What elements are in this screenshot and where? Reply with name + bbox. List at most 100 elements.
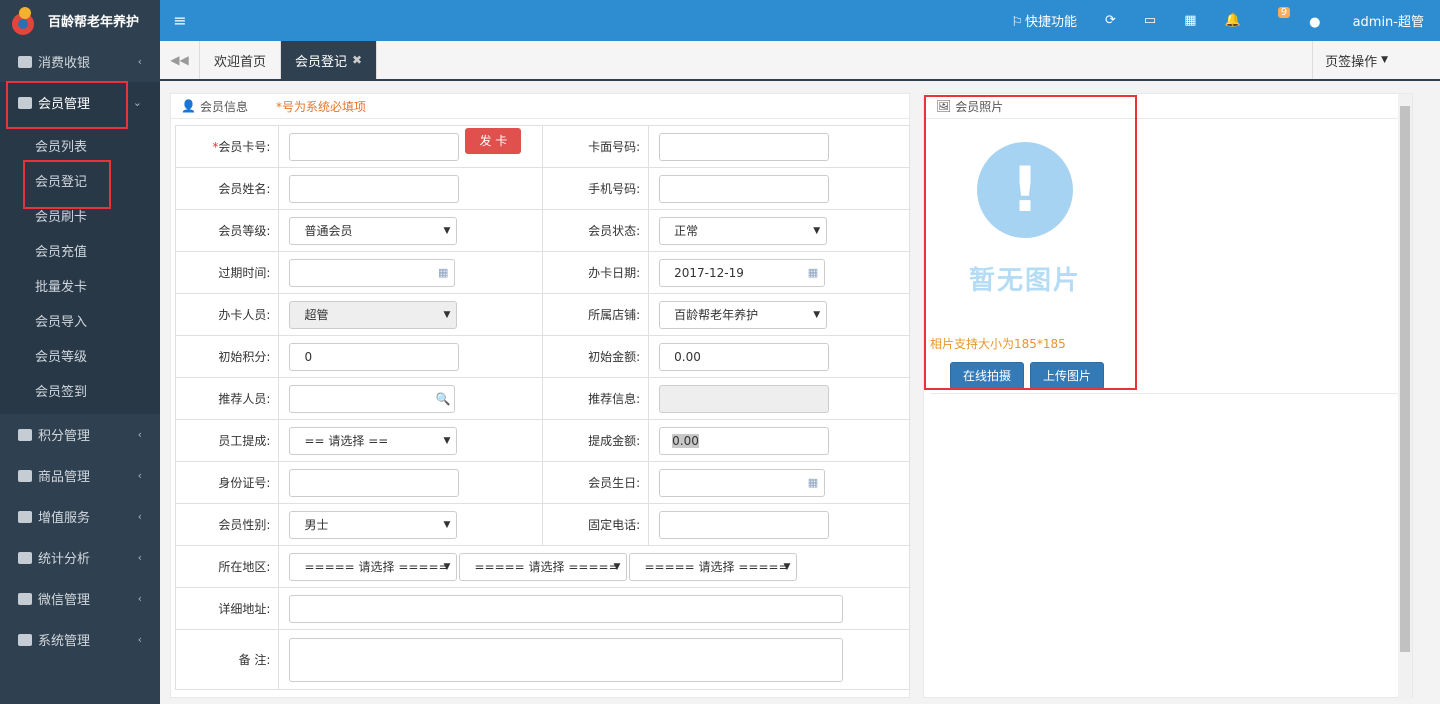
sidebar-item-system[interactable]: 系统管理 ‹ xyxy=(0,619,160,660)
points-input[interactable]: 0 xyxy=(289,342,460,371)
address-label: 详细地址: xyxy=(174,587,280,630)
sub-item-member-level[interactable]: 会员等级 xyxy=(0,338,160,373)
close-icon[interactable]: ✖ xyxy=(352,53,362,67)
bell-icon[interactable]: 🔔9 xyxy=(1225,7,1291,28)
amount-label: 初始金额: xyxy=(542,335,650,378)
sidebar-item-stats[interactable]: 统计分析 ‹ xyxy=(0,537,160,578)
district-select[interactable]: ===== 请选择 ===== xyxy=(629,552,798,581)
tel-input[interactable] xyxy=(659,510,830,539)
sub-item-member-list[interactable]: 会员列表 xyxy=(0,128,160,163)
address-input[interactable] xyxy=(289,594,844,623)
id-input[interactable] xyxy=(289,468,460,497)
phone-input[interactable] xyxy=(659,174,830,203)
store-label: 所属店铺: xyxy=(542,293,650,336)
monitor-icon[interactable]: ▭ xyxy=(1144,13,1156,28)
qrcode-icon[interactable]: ▦ xyxy=(1184,13,1196,28)
commission-amount-label: 提成金额: xyxy=(542,419,650,462)
notification-badge: 9 xyxy=(1277,7,1291,18)
card-no-label: *会员卡号: xyxy=(174,125,280,168)
staff-select[interactable]: 超管 xyxy=(289,300,458,329)
sidebar: 百龄帮老年养护 消费收银 ‹ 会员管理 ⌄ 会员列表 会员登记 会员刷卡 会员充值 … xyxy=(0,0,160,704)
shortcut-label: 快捷功能 xyxy=(1025,15,1078,30)
referrer-search-input[interactable] xyxy=(289,384,456,413)
user-name: admin-超管 xyxy=(1352,15,1424,30)
tab-bar: ◀◀ 欢迎首页 会员登记 ✖ 页签操作 ▼ xyxy=(160,41,1440,81)
member-info-panel: 👤 会员信息 *号为系统必填项 *会员卡号: 发 卡 卡面号码: 会员姓名: 手… xyxy=(170,93,910,698)
id-card-icon xyxy=(18,96,32,109)
topbar: ≡ ⚐ 快捷功能 ⟳ ▭ ▦ 🔔9 ● admin-超管 xyxy=(160,0,1440,41)
sub-item-batch-issue[interactable]: 批量发卡 xyxy=(0,268,160,303)
amount-input[interactable]: 0.00 xyxy=(659,342,830,371)
level-select[interactable]: 普通会员 xyxy=(289,216,458,245)
panel-header: 👤 会员信息 *号为系统必填项 xyxy=(171,94,909,119)
capture-photo-button[interactable]: 在线拍摄 xyxy=(950,362,1025,390)
chevron-left-icon: ‹ xyxy=(137,510,142,523)
tab-operations-dropdown[interactable]: 页签操作 ▼ xyxy=(1312,41,1400,79)
tab-home[interactable]: 欢迎首页 xyxy=(200,41,282,79)
main-content: 👤 会员信息 *号为系统必填项 *会员卡号: 发 卡 卡面号码: 会员姓名: 手… xyxy=(160,81,1440,704)
gift-icon xyxy=(18,510,32,523)
name-input[interactable] xyxy=(289,174,460,203)
exclamation-icon: ! xyxy=(977,142,1073,238)
referrer-info-input xyxy=(659,384,830,413)
photo-header: 🖼 会员照片 xyxy=(924,94,1412,119)
brand: 百龄帮老年养护 xyxy=(0,0,160,41)
issue-date-label: 办卡日期: xyxy=(542,251,650,294)
briefcase-icon xyxy=(18,55,32,68)
photo-panel: 🖼 会员照片 ! 暂无图片 相片支持大小为185*185 在线拍摄 上传图片 xyxy=(923,93,1413,699)
issue-date-input[interactable]: 2017-12-19 xyxy=(659,258,826,287)
scrollbar-thumb[interactable] xyxy=(1400,106,1410,652)
sidebar-item-wechat[interactable]: 微信管理 ‹ xyxy=(0,578,160,619)
user-menu[interactable]: ● admin-超管 xyxy=(1309,11,1424,30)
region-label: 所在地区: xyxy=(174,545,280,588)
birthday-input[interactable] xyxy=(659,468,826,497)
refresh-icon[interactable]: ⟳ xyxy=(1105,13,1116,28)
province-select[interactable]: ===== 请选择 ===== xyxy=(289,552,458,581)
photo-area: ! 暂无图片 相片支持大小为185*185 在线拍摄 上传图片 xyxy=(930,120,1408,394)
wechat-icon xyxy=(18,592,32,605)
remark-textarea[interactable] xyxy=(289,637,844,682)
chevron-left-icon: ‹ xyxy=(137,55,142,68)
area-chart-icon xyxy=(18,551,32,564)
tab-member-register[interactable]: 会员登记 ✖ xyxy=(281,41,378,79)
store-select[interactable]: 百龄帮老年养护 xyxy=(659,300,828,329)
sidebar-item-points[interactable]: 积分管理 ‹ xyxy=(0,414,160,455)
sidebar-item-value-added[interactable]: 增值服务 ‹ xyxy=(0,496,160,537)
sub-item-member-recharge[interactable]: 会员充值 xyxy=(0,233,160,268)
issue-card-button[interactable]: 发 卡 xyxy=(465,127,522,154)
sub-item-member-register[interactable]: 会员登记 xyxy=(0,163,160,198)
commission-amount-input[interactable]: 0.00 xyxy=(659,426,830,455)
city-select[interactable]: ===== 请选择 ===== xyxy=(459,552,628,581)
gender-select[interactable]: 男士 xyxy=(289,510,458,539)
chevron-left-icon: ‹ xyxy=(137,592,142,605)
card-no-input[interactable] xyxy=(289,132,460,161)
expire-date-input[interactable] xyxy=(289,258,456,287)
topbar-actions: ⚐ 快捷功能 ⟳ ▭ ▦ 🔔9 ● admin-超管 xyxy=(983,0,1424,41)
commission-select[interactable]: == 请选择 == xyxy=(289,426,458,455)
tab-scroll-left-icon[interactable]: ◀◀ xyxy=(160,41,200,79)
sub-item-member-import[interactable]: 会员导入 xyxy=(0,303,160,338)
member-form: *会员卡号: 发 卡 卡面号码: 会员姓名: 手机号码: 会员等级: 普通会员 … xyxy=(174,125,910,690)
monitor-icon xyxy=(18,633,32,646)
remark-label: 备 注: xyxy=(174,629,280,690)
face-no-label: 卡面号码: xyxy=(542,125,650,168)
scrollbar[interactable] xyxy=(1398,94,1412,699)
sidebar-item-consume[interactable]: 消费收银 ‹ xyxy=(0,41,160,82)
tel-label: 固定电话: xyxy=(542,503,650,546)
logo xyxy=(10,6,38,35)
shortcut-button[interactable]: ⚐ 快捷功能 xyxy=(1011,11,1077,30)
sidebar-item-member[interactable]: 会员管理 ⌄ xyxy=(0,82,160,123)
sub-item-member-swipe[interactable]: 会员刷卡 xyxy=(0,198,160,233)
chevron-down-icon: ⌄ xyxy=(132,96,142,109)
sub-item-member-checkin[interactable]: 会员签到 xyxy=(0,373,160,408)
name-label: 会员姓名: xyxy=(174,167,280,210)
chevron-left-icon: ‹ xyxy=(137,551,142,564)
menu-toggle-icon[interactable]: ≡ xyxy=(160,11,200,30)
chevron-left-icon: ‹ xyxy=(137,633,142,646)
face-no-input[interactable] xyxy=(659,132,830,161)
status-select[interactable]: 正常 xyxy=(659,216,828,245)
staff-label: 办卡人员: xyxy=(174,293,280,336)
sidebar-item-goods[interactable]: 商品管理 ‹ xyxy=(0,455,160,496)
upload-photo-button[interactable]: 上传图片 xyxy=(1030,362,1105,390)
no-image-text: 暂无图片 xyxy=(968,266,1081,296)
